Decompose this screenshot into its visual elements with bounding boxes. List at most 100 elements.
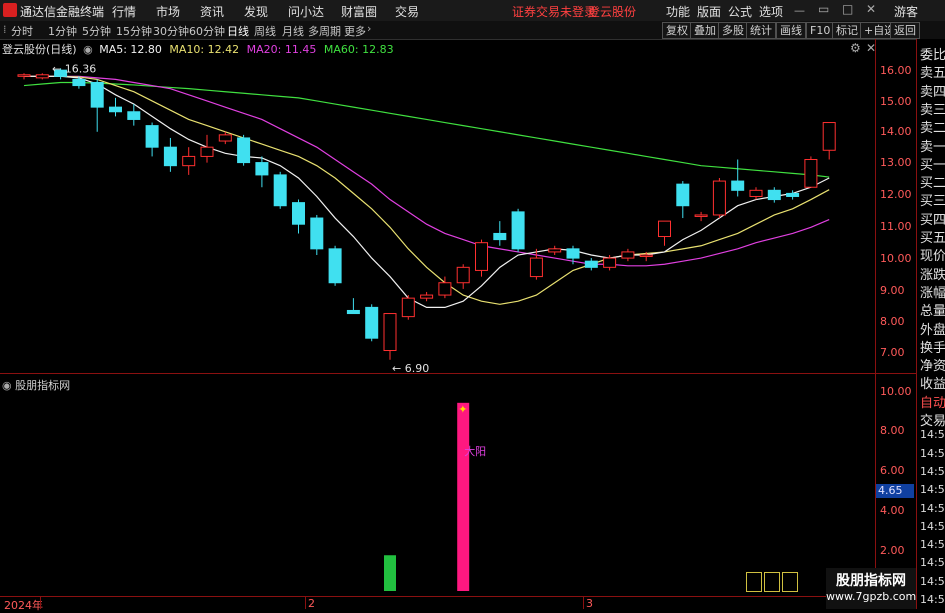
period-multi[interactable]: 多周期 [308,23,341,39]
candlestick-chart[interactable]: ✦ 大阳 ← 16.36 ← 6.90 [0,39,876,596]
price-tick: 13.00 [880,156,912,169]
candle-body [731,180,745,191]
signal-label: 大阳 [464,444,486,458]
current-value-badge: 4.65 [876,484,914,498]
period-weekly[interactable]: 周线 [254,23,276,39]
quote-panel-item[interactable]: 现价 [920,245,945,264]
candle-body [35,74,49,79]
quote-panel-item[interactable]: 总量 [920,300,945,319]
price-tick: 12.00 [880,188,912,201]
candle-body [475,242,488,271]
quote-panel-item[interactable]: 卖二 [920,117,945,136]
candle-body [694,214,708,217]
xaxis-label: 3 [586,597,593,610]
maximize-icon[interactable]: □ [842,2,853,16]
quote-panel-item[interactable]: 买三 [920,190,945,209]
menu-news[interactable]: 资讯 [200,3,224,20]
quote-panel-item[interactable]: 买二 [920,172,945,191]
high-price-label: ← 16.36 [52,62,96,75]
quote-panel-item[interactable]: 买一 [920,154,945,173]
candle-body [786,192,800,197]
quote-panel-item[interactable]: 外盘 [920,319,945,338]
overlay-button[interactable]: 叠加 [690,22,720,39]
quote-panel-item[interactable]: 14:56 [920,575,945,588]
quote-panel-item[interactable]: 卖一 [920,136,945,155]
quote-panel-item[interactable]: 卖五 [920,62,945,81]
quote-panel-item[interactable]: 交易 [920,410,945,429]
quote-panel-item[interactable]: 卖四 [920,81,945,100]
mark-button[interactable]: 标记 [832,22,862,39]
candle-body [712,180,726,216]
signal-box [746,572,762,592]
period-60min[interactable]: 60分钟 [189,23,225,39]
candle-body [145,125,159,148]
candle-body [182,155,196,167]
quote-panel-item[interactable]: 14:56 [920,520,945,533]
menu-formula[interactable]: 公式 [728,3,752,20]
candle-layer [17,68,836,360]
menu-market-quotes[interactable]: 行情 [112,3,136,20]
candle-body [200,146,214,157]
price-tick: 8.00 [880,315,905,328]
xaxis-tick [40,597,41,609]
quote-panel-item[interactable]: 涨跌 [920,264,945,283]
period-intraday[interactable]: 分时 [11,23,33,39]
quote-panel-item[interactable]: 买五 [920,227,945,246]
period-30min[interactable]: 30分钟 [153,23,189,39]
site-watermark: 股朋指标网 www.7gpzb.com [826,568,916,609]
watermark-url: www.7gpzb.com [826,590,917,603]
period-more[interactable]: 更多 [344,23,366,39]
menu-discover[interactable]: 发现 [244,3,268,20]
quote-panel-item[interactable]: 涨幅 [920,282,945,301]
trade-status[interactable]: 证券交易未登录 [512,3,596,20]
quote-panel-item[interactable]: 自动 [920,392,945,411]
candle-body [438,282,452,296]
menu-wealth-circle[interactable]: 财富圈 [341,3,377,20]
period-monthly[interactable]: 月线 [282,23,304,39]
quote-panel-item[interactable]: 换手 [920,337,945,356]
candle-body [328,248,342,284]
close-icon[interactable]: ✕ [866,2,876,16]
quote-panel-item[interactable]: 收益 [920,373,945,392]
price-tick: 16.00 [880,64,912,77]
f10-button[interactable]: F10 [806,22,835,39]
candle-body [584,260,598,268]
quote-panel-item[interactable]: 14:55 [920,428,945,441]
quote-side-panel: 委比 卖五 卖四 卖三 卖二 卖一 买一 买二 买三 买四 买五 现价 涨跌 涨幅 总量 外盘 换手 净资 收益 自动… [916,39,945,609]
indicator-tick: 8.00 [880,424,905,437]
menu-market[interactable]: 市场 [156,3,180,20]
multi-stock-button[interactable]: 多股 [718,22,748,39]
quote-panel-item[interactable]: 净资 [920,355,945,374]
minimize-icon[interactable]: — [794,4,805,17]
price-tick: 9.00 [880,284,905,297]
guest-login[interactable]: 游客 [894,3,918,20]
menu-function[interactable]: 功能 [666,3,690,20]
period-daily[interactable]: 日线 [227,23,249,39]
quote-panel-item[interactable]: 14:56 [920,538,945,551]
quote-panel-item[interactable]: 14:56 [920,483,945,496]
more-chevron-icon[interactable]: › [367,22,371,35]
quote-panel-item[interactable]: 卖三 [920,99,945,118]
stats-button[interactable]: 统计 [746,22,776,39]
quote-panel-item[interactable]: 委比 [920,44,945,63]
quote-panel-item[interactable]: 14:56 [920,502,945,515]
menu-layout[interactable]: 版面 [697,3,721,20]
quote-panel-item[interactable]: 14:56 [920,593,945,606]
menu-ask[interactable]: 问小达 [288,3,324,20]
period-5min[interactable]: 5分钟 [82,23,111,39]
menu-trade[interactable]: 交易 [395,3,419,20]
candle-body [127,111,141,120]
quote-panel-item[interactable]: 14:56 [920,465,945,478]
candle-body [456,266,470,284]
period-1min[interactable]: 1分钟 [48,23,77,39]
period-15min[interactable]: 15分钟 [116,23,152,39]
menu-options[interactable]: 选项 [759,3,783,20]
quote-panel-item[interactable]: 14:56 [920,447,945,460]
restore-icon[interactable]: ▭ [818,2,829,16]
back-button[interactable]: 返回 [890,22,920,39]
quote-panel-item[interactable]: 14:56 [920,556,945,569]
draw-line-button[interactable]: 画线 [776,22,806,39]
quote-panel-item[interactable]: 买四 [920,209,945,228]
candle-body [511,211,525,250]
adjust-button[interactable]: 复权 [662,22,692,39]
